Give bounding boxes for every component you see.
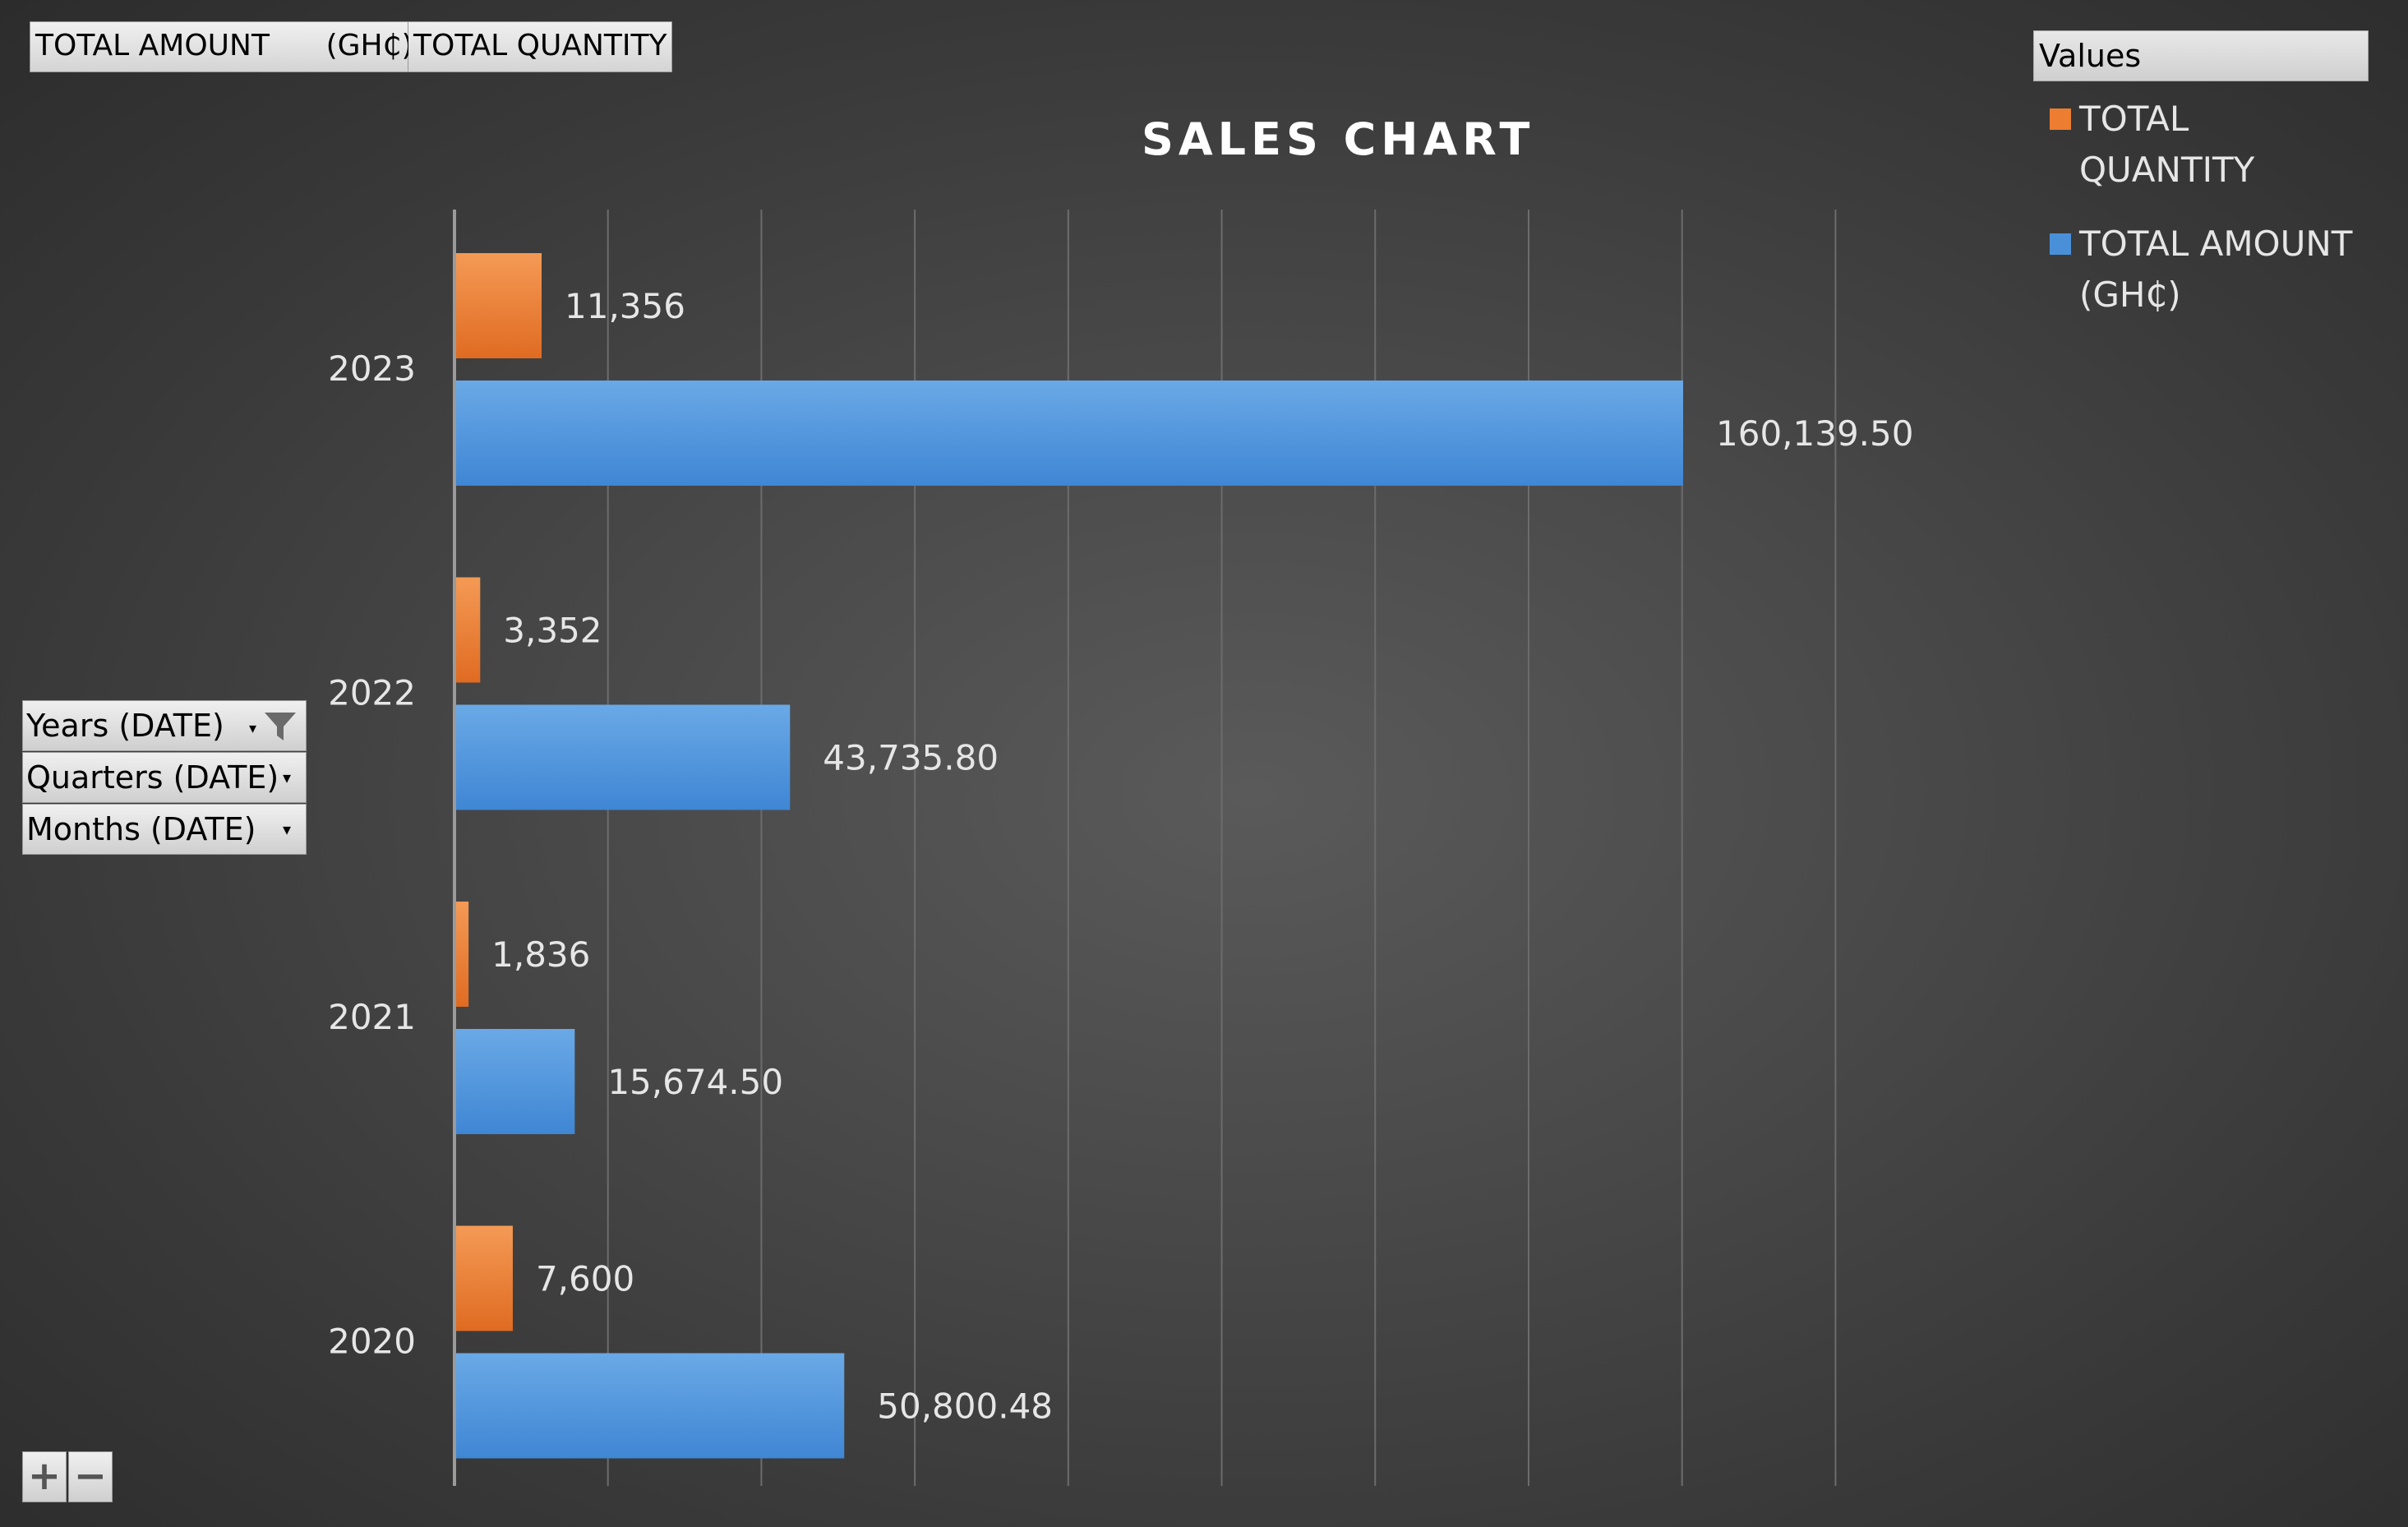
dropdown-icon: ▾ — [282, 768, 291, 787]
bar-total-quantity — [454, 577, 481, 683]
data-label: 160,139.50 — [1716, 413, 1913, 454]
category-label: 2023 — [328, 348, 416, 389]
bar-total-amount — [454, 1353, 845, 1459]
category-label: 2022 — [328, 673, 416, 713]
expand-button[interactable]: + — [22, 1451, 67, 1502]
data-label: 3,352 — [503, 611, 602, 651]
data-label: 15,674.50 — [607, 1062, 783, 1102]
bar-total-amount — [454, 704, 791, 810]
sales-bar-chart: 11,356 160,139.50 3,352 43,735.80 1,836 15,67… — [328, 210, 1913, 1486]
data-label: 11,356 — [565, 286, 685, 326]
axis-field-years[interactable]: Years (DATE) ▾ — [22, 700, 307, 751]
data-label: 7,600 — [536, 1259, 634, 1299]
bar-total-quantity — [454, 253, 542, 358]
bar-total-amount — [454, 381, 1683, 486]
dropdown-icon: ▾ — [248, 720, 256, 737]
data-label: 50,800.48 — [877, 1386, 1053, 1427]
axis-field-quarters[interactable]: Quarters (DATE) ▾ — [22, 752, 307, 803]
dropdown-icon: ▾ — [282, 819, 291, 839]
axis-field-months[interactable]: Months (DATE) ▾ — [22, 804, 307, 855]
bar-total-quantity — [454, 1225, 513, 1331]
bar-total-amount — [454, 1029, 575, 1134]
category-labels: 2023 2022 2021 2020 — [328, 348, 416, 1362]
filter-icon — [265, 713, 296, 740]
data-label: 43,735.80 — [823, 738, 999, 778]
data-label: 1,836 — [491, 934, 590, 975]
category-label: 2021 — [328, 997, 416, 1037]
collapse-button[interactable]: − — [68, 1451, 113, 1502]
bar-total-quantity — [454, 902, 469, 1007]
category-label: 2020 — [328, 1322, 416, 1362]
